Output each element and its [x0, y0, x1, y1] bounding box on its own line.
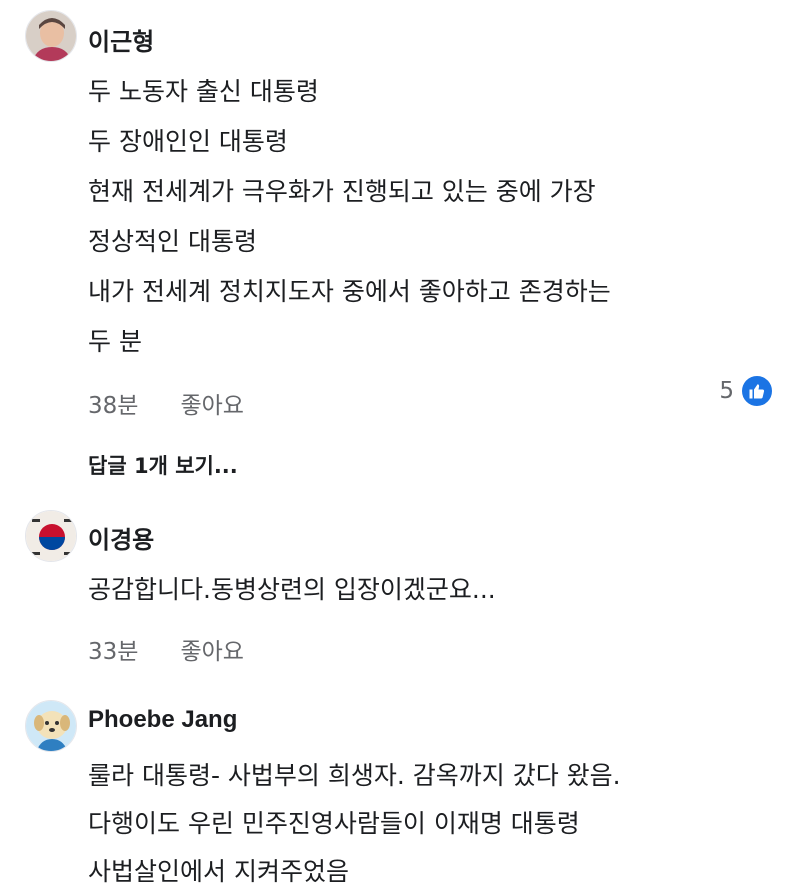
comment-author[interactable]: 이경용 — [88, 520, 154, 555]
avatar[interactable] — [25, 700, 77, 752]
comment-timestamp[interactable]: 38분 — [88, 393, 138, 419]
comment-author[interactable]: 이근형 — [88, 22, 154, 57]
comment-meta: 38분 좋아요 — [88, 386, 244, 420]
comment-text-line: 내가 전세계 정치지도자 중에서 좋아하고 존경하는 — [88, 277, 611, 306]
like-button[interactable]: 좋아요 — [180, 393, 243, 419]
comment-meta: 33분 좋아요 — [88, 632, 244, 666]
like-button[interactable]: 좋아요 — [180, 639, 243, 665]
comment-text-line: 정상적인 대통령 — [88, 227, 257, 256]
comment-text-line: 다행이도 우린 민주진영사람들이 이재명 대통령 — [88, 809, 580, 838]
view-replies-link[interactable]: 답글 1개 보기... — [88, 450, 238, 480]
avatar[interactable] — [25, 510, 77, 562]
comment-text-line: 두 장애인인 대통령 — [88, 127, 288, 156]
comment-author[interactable]: Phoebe Jang — [88, 706, 237, 734]
reaction-count: 5 — [719, 378, 734, 404]
comment-text-line: 두 노동자 출신 대통령 — [88, 77, 319, 106]
comment-text-line: 두 분 — [88, 327, 142, 356]
comment-text-line: 현재 전세계가 극우화가 진행되고 있는 중에 가장 — [88, 177, 596, 206]
thumbs-up-icon — [740, 374, 774, 408]
comment-text-line: 공감합니다.동병상련의 입장이겠군요... — [88, 575, 496, 604]
comment-text-line: 사법살인에서 지켜주었음 — [88, 857, 349, 886]
avatar[interactable] — [25, 10, 77, 62]
comment-text-line: 룰라 대통령- 사법부의 희생자. 감옥까지 갔다 왔음. — [88, 761, 621, 790]
reaction-summary[interactable]: 5 — [719, 374, 774, 408]
comment-timestamp[interactable]: 33분 — [88, 639, 138, 665]
